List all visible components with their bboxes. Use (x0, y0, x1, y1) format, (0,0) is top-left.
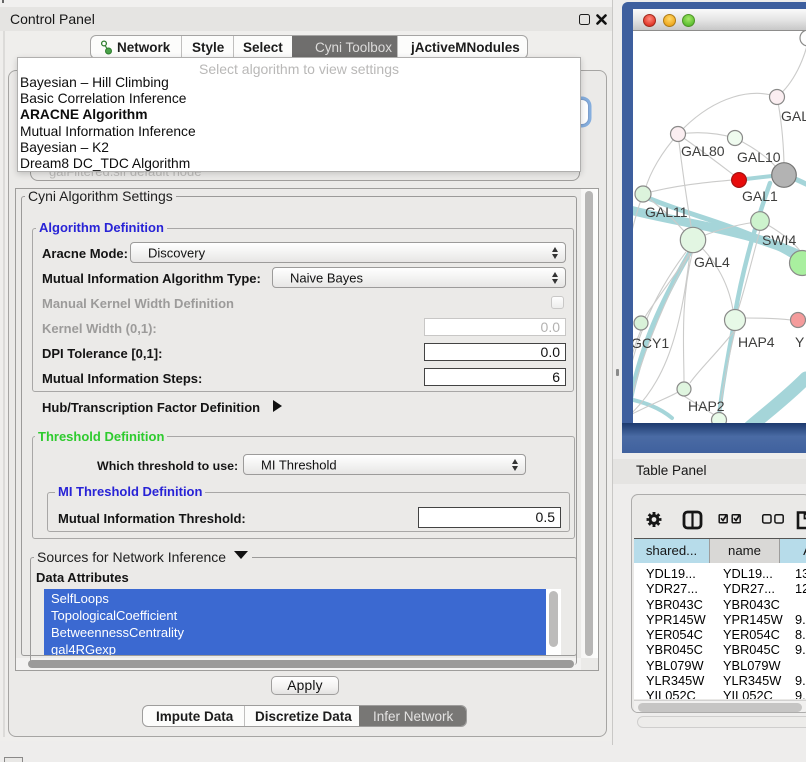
svg-text:GAL10: GAL10 (737, 149, 781, 165)
svg-text:GAL80: GAL80 (681, 143, 725, 159)
svg-text:HAP4: HAP4 (738, 334, 775, 350)
svg-text:SWI4: SWI4 (762, 232, 796, 248)
svg-text:GAL2: GAL2 (781, 108, 806, 124)
svg-text:GAL4: GAL4 (694, 254, 730, 270)
svg-text:GCY1: GCY1 (633, 335, 669, 351)
svg-text:GAL1: GAL1 (742, 188, 778, 204)
svg-text:GAL11: GAL11 (645, 204, 688, 220)
svg-text:HAP2: HAP2 (688, 398, 725, 414)
svg-text:Y: Y (795, 334, 805, 350)
